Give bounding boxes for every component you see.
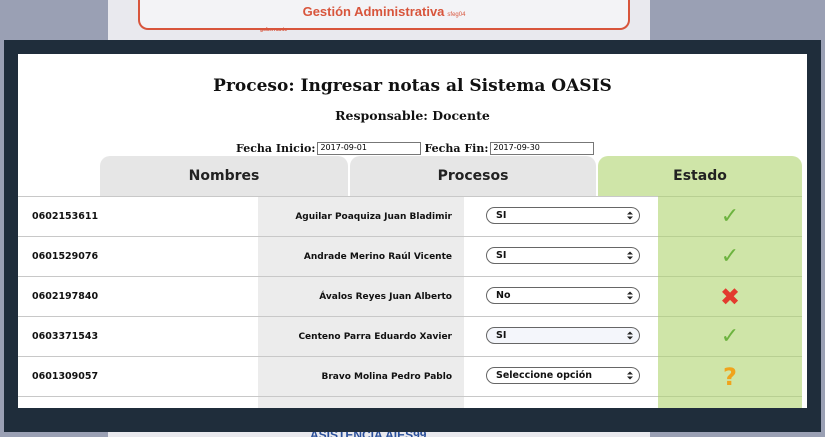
row-status-cell: ? xyxy=(658,356,802,396)
column-header-procesos: Procesos xyxy=(350,156,596,196)
row-process-cell: SI xyxy=(464,196,658,236)
select-arrows-icon xyxy=(627,211,633,220)
row-id-empty xyxy=(18,396,258,408)
row-id: 0603371543 xyxy=(18,316,258,356)
table-row: 0602197840 Ávalos Reyes Juan Alberto No … xyxy=(18,276,807,316)
select-arrows-icon xyxy=(627,371,633,380)
check-icon: ✓ xyxy=(720,323,740,349)
background-header-title: Gestión Administrativa xyxy=(302,4,445,19)
row-process-cell-empty xyxy=(464,396,658,408)
row-name: Bravo Molina Pedro Pablo xyxy=(258,356,464,396)
process-select[interactable]: No xyxy=(486,287,640,304)
row-process-cell: SI xyxy=(464,316,658,356)
modal-body: Proceso: Ingresar notas al Sistema OASIS… xyxy=(18,54,807,408)
row-process-cell: No xyxy=(464,276,658,316)
responsable-label: Responsable: Docente xyxy=(335,108,490,123)
row-status-cell: ✓ xyxy=(658,196,802,236)
row-id: 0602197840 xyxy=(18,276,258,316)
row-process-cell: Seleccione opción xyxy=(464,356,658,396)
table-row-partial xyxy=(18,396,807,408)
process-select-value: SI xyxy=(496,330,507,341)
column-header-estado: Estado xyxy=(598,156,802,196)
column-header-nombres: Nombres xyxy=(100,156,348,196)
fecha-inicio-label: Fecha Inicio: xyxy=(236,141,316,155)
row-id: 0601309057 xyxy=(18,356,258,396)
process-select-value: Seleccione opción xyxy=(496,370,593,381)
check-icon: ✓ xyxy=(720,203,740,229)
row-id: 0601529076 xyxy=(18,236,258,276)
process-select[interactable]: SI xyxy=(486,207,640,224)
row-name: Andrade Merino Raúl Vicente xyxy=(258,236,464,276)
date-range: Fecha Inicio: 2017-09-01 Fecha Fin: 2017… xyxy=(236,140,597,156)
question-icon: ? xyxy=(723,362,737,391)
cross-icon: ✖ xyxy=(719,282,741,311)
check-icon: ✓ xyxy=(720,243,740,269)
background-header-sub: gobernante xyxy=(260,27,288,33)
process-select-value: SI xyxy=(496,210,507,221)
row-status-cell: ✖ xyxy=(658,276,802,316)
process-modal: Proceso: Ingresar notas al Sistema OASIS… xyxy=(4,40,821,432)
row-process-cell: SI xyxy=(464,236,658,276)
row-name: Ávalos Reyes Juan Alberto xyxy=(258,276,464,316)
select-arrows-icon xyxy=(627,291,633,300)
table-row: 0601529076 Andrade Merino Raúl Vicente S… xyxy=(18,236,807,276)
table-row: 0603371543 Centeno Parra Eduardo Xavier … xyxy=(18,316,807,356)
process-select[interactable]: SI xyxy=(486,247,640,264)
row-status-cell: ✓ xyxy=(658,236,802,276)
table-row: 0602153611 Aguilar Poaquiza Juan Bladimi… xyxy=(18,196,807,236)
background-header-code: sfeg04 xyxy=(447,12,466,18)
fecha-fin-label: Fecha Fin: xyxy=(424,141,489,155)
process-select-value: SI xyxy=(496,250,507,261)
row-name: Aguilar Poaquiza Juan Bladimir xyxy=(258,196,464,236)
fecha-inicio-field[interactable]: 2017-09-01 xyxy=(317,141,422,155)
process-title: Proceso: Ingresar notas al Sistema OASIS xyxy=(213,76,612,96)
select-arrows-icon xyxy=(627,331,633,340)
fecha-fin-field[interactable]: 2017-09-30 xyxy=(490,141,595,155)
process-select-value: No xyxy=(496,290,511,301)
row-id: 0602153611 xyxy=(18,196,258,236)
row-name: Centeno Parra Eduardo Xavier xyxy=(258,316,464,356)
row-status-cell: ✓ xyxy=(658,316,802,356)
table-row: 0601309057 Bravo Molina Pedro Pablo Sele… xyxy=(18,356,807,396)
process-select[interactable]: SI xyxy=(486,327,640,344)
row-name-empty xyxy=(258,396,464,408)
select-arrows-icon xyxy=(627,251,633,260)
background-header: Gestión Administrativa sfeg04 xyxy=(138,0,630,30)
process-select[interactable]: Seleccione opción xyxy=(486,367,640,384)
row-status-cell-empty xyxy=(658,396,802,408)
